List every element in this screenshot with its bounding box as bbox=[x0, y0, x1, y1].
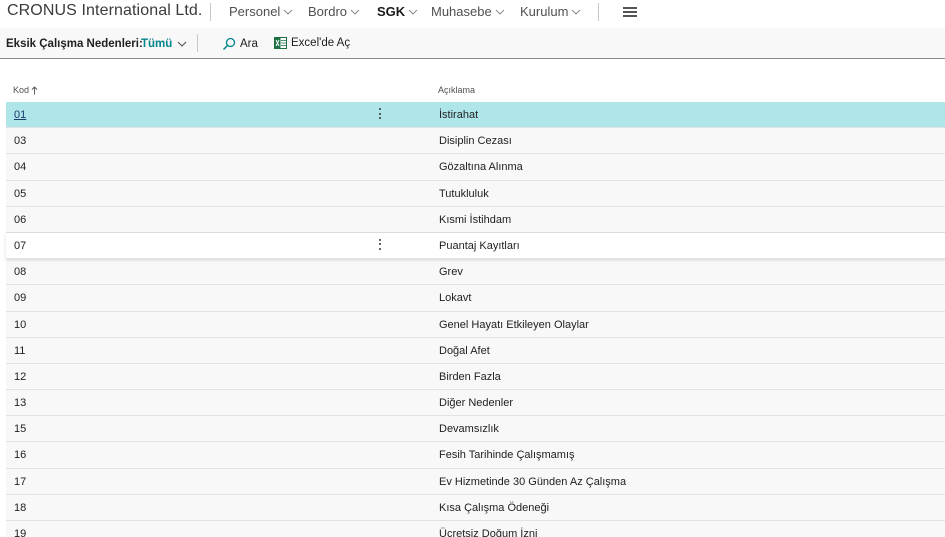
nav-item-label: Kurulum bbox=[520, 4, 569, 19]
nav-item-kurulum[interactable]: Kurulum bbox=[520, 4, 581, 19]
table-row[interactable]: 19 Ücretsiz Doğum İzni bbox=[6, 521, 945, 537]
chevron-down-icon bbox=[350, 9, 360, 15]
chevron-down-icon bbox=[283, 9, 293, 15]
row-code: 05 bbox=[14, 187, 27, 200]
table-row[interactable]: 07 Puantaj Kayıtları bbox=[6, 232, 945, 260]
nav-item-label: Personel bbox=[229, 4, 281, 19]
row-description: Birden Fazla bbox=[439, 370, 501, 383]
row-code: 12 bbox=[14, 370, 27, 383]
row-description: Diğer Nedenler bbox=[439, 397, 513, 410]
nav-item-muhasebe[interactable]: Muhasebe bbox=[431, 4, 505, 19]
hamburger-icon[interactable] bbox=[623, 7, 637, 17]
row-code: 10 bbox=[14, 318, 27, 331]
row-description: İstirahat bbox=[439, 109, 479, 121]
company-name[interactable]: CRONUS International Ltd. bbox=[7, 2, 202, 20]
row-code: 13 bbox=[14, 397, 27, 410]
chevron-down-icon bbox=[572, 9, 581, 15]
excel-icon bbox=[274, 37, 287, 49]
table-row[interactable]: 06 Kısmi İstihdam bbox=[6, 206, 945, 233]
search-button[interactable]: Ara bbox=[222, 37, 258, 51]
row-description: Devamsızlık bbox=[439, 423, 499, 436]
table-row[interactable]: 09 Lokavt bbox=[6, 285, 945, 312]
open-in-excel-label: Excel'de Aç bbox=[291, 37, 351, 49]
row-description: Lokavt bbox=[439, 292, 472, 305]
table-row[interactable]: 01 İstirahat bbox=[6, 102, 945, 129]
action-bar-border bbox=[0, 58, 945, 59]
page-title: Eksik Çalışma Nedenleri: bbox=[6, 38, 143, 50]
chevron-down-icon bbox=[408, 9, 418, 15]
table-row[interactable]: 16 Fesih Tarihinde Çalışmamış bbox=[6, 442, 945, 469]
reasons-table: Kod Açıklama 01 İstirahat 03 Disiplin Cezas… bbox=[6, 80, 945, 537]
row-code: 06 bbox=[14, 213, 27, 226]
row-description: Puantaj Kayıtları bbox=[439, 239, 520, 252]
column-header-label: Kod bbox=[13, 85, 30, 95]
row-code: 17 bbox=[14, 475, 27, 488]
row-description: Disiplin Cezası bbox=[439, 135, 512, 148]
arrow-up-icon bbox=[31, 85, 38, 94]
row-code: 08 bbox=[14, 266, 27, 279]
table-header: Kod Açıklama bbox=[6, 80, 945, 102]
view-filter-label: Tümü bbox=[141, 38, 173, 50]
row-actions-icon[interactable] bbox=[378, 108, 382, 122]
nav-item-sgk[interactable]: SGK bbox=[377, 4, 418, 19]
row-description: Fesih Tarihinde Çalışmamış bbox=[439, 449, 575, 462]
search-icon bbox=[222, 37, 236, 51]
table-row[interactable]: 05 Tutukluluk bbox=[6, 180, 945, 207]
row-actions-icon[interactable] bbox=[378, 238, 382, 253]
table-row[interactable]: 10 Genel Hayatı Etkileyen Olaylar bbox=[6, 311, 945, 338]
row-code[interactable]: 01 bbox=[14, 109, 26, 121]
row-code: 09 bbox=[14, 292, 27, 305]
table-row[interactable]: 18 Kısa Çalışma Ödeneği bbox=[6, 494, 945, 521]
table-row[interactable]: 15 Devamsızlık bbox=[6, 416, 945, 443]
nav-item-personel[interactable]: Personel bbox=[229, 4, 293, 19]
row-code: 19 bbox=[14, 528, 27, 537]
row-code: 18 bbox=[14, 501, 27, 514]
table-row[interactable]: 13 Diğer Nedenler bbox=[6, 390, 945, 417]
row-description: Gözaltına Alınma bbox=[439, 161, 523, 174]
chevron-down-icon bbox=[495, 9, 505, 15]
action-divider bbox=[197, 34, 198, 52]
table-row[interactable]: 08 Grev bbox=[6, 259, 945, 286]
search-button-label: Ara bbox=[240, 38, 258, 50]
nav-divider bbox=[598, 3, 599, 21]
top-nav: CRONUS International Ltd. Personel Bordr… bbox=[0, 0, 945, 26]
row-description: Ev Hizmetinde 30 Günden Az Çalışma bbox=[439, 475, 627, 488]
chevron-down-icon bbox=[177, 41, 187, 47]
row-code: 04 bbox=[14, 161, 27, 174]
column-header-code[interactable]: Kod bbox=[13, 85, 38, 95]
row-description: Kısmi İstihdam bbox=[439, 213, 512, 226]
table-row[interactable]: 04 Gözaltına Alınma bbox=[6, 154, 945, 181]
row-description: Kısa Çalışma Ödeneği bbox=[439, 501, 550, 514]
row-code: 11 bbox=[14, 344, 26, 357]
column-header-description[interactable]: Açıklama bbox=[438, 85, 475, 95]
row-code: 07 bbox=[14, 239, 27, 252]
open-in-excel-button[interactable]: Excel'de Aç bbox=[274, 37, 350, 49]
table-row[interactable]: 03 Disiplin Cezası bbox=[6, 128, 945, 155]
row-description: Grev bbox=[439, 266, 463, 279]
view-filter-dropdown[interactable]: Tümü bbox=[141, 38, 187, 50]
action-bar: Eksik Çalışma Nedenleri: Tümü Ara Excel'… bbox=[0, 28, 945, 58]
nav-divider bbox=[210, 3, 211, 21]
nav-item-label: SGK bbox=[377, 4, 406, 19]
row-description: Ücretsiz Doğum İzni bbox=[439, 528, 538, 537]
table-body: 01 İstirahat 03 Disiplin Cezası 04 Gözaltına … bbox=[6, 102, 945, 537]
row-code: 15 bbox=[14, 423, 27, 436]
row-code: 16 bbox=[14, 449, 27, 462]
row-description: Doğal Afet bbox=[439, 344, 490, 357]
nav-item-bordro[interactable]: Bordro bbox=[308, 4, 360, 19]
nav-item-label: Bordro bbox=[308, 4, 348, 19]
row-code: 03 bbox=[14, 135, 27, 148]
table-row[interactable]: 12 Birden Fazla bbox=[6, 363, 945, 391]
row-description: Genel Hayatı Etkileyen Olaylar bbox=[439, 318, 589, 331]
row-description: Tutukluluk bbox=[439, 187, 489, 200]
table-row[interactable]: 11 Doğal Afet bbox=[6, 337, 945, 364]
table-row[interactable]: 17 Ev Hizmetinde 30 Günden Az Çalışma bbox=[6, 468, 945, 495]
nav-item-label: Muhasebe bbox=[431, 4, 492, 19]
